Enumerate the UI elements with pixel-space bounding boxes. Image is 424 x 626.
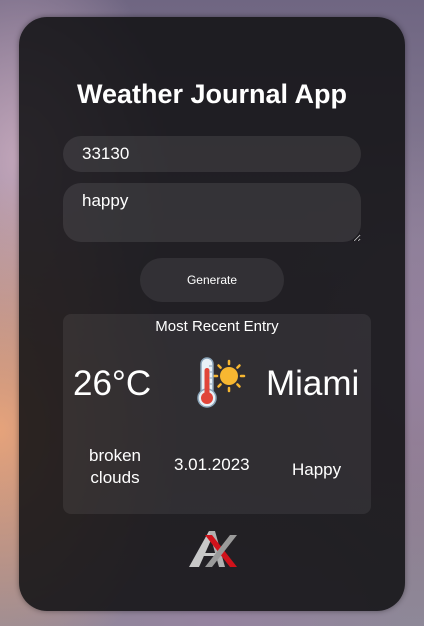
thermometer-icon — [197, 357, 217, 408]
ax-logo — [189, 531, 237, 567]
entry-city: Miami — [266, 364, 360, 403]
entry-description: broken clouds — [89, 446, 141, 487]
entry-feeling: Happy — [292, 460, 342, 479]
entry-date: 3.01.2023 — [174, 455, 250, 474]
generate-button[interactable]: Generate — [140, 258, 284, 302]
zip-input[interactable] — [63, 136, 361, 172]
recent-entry-panel: Most Recent Entry 26°C Miami broken clou… — [63, 314, 371, 514]
feelings-textarea[interactable]: happy — [63, 183, 361, 242]
sun-icon — [212, 359, 246, 393]
entry-temperature: 26°C — [73, 364, 152, 403]
thermometer-sun-icon — [197, 357, 246, 408]
app-title: Weather Journal App — [76, 79, 348, 109]
journal-card: Weather Journal App happy Generate Most … — [19, 17, 405, 611]
entry-heading: Most Recent Entry — [155, 318, 279, 335]
